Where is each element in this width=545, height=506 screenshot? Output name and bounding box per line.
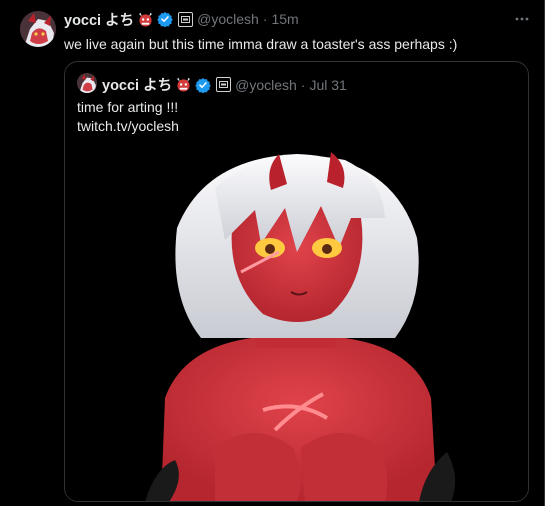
- quote-link[interactable]: twitch.tv/yoclesh: [77, 117, 179, 136]
- timestamp[interactable]: 15m: [271, 11, 298, 27]
- verified-badge-icon[interactable]: [195, 77, 211, 93]
- quote-separator: ·: [300, 76, 306, 93]
- post-text: we live again but this time imma draw a …: [64, 36, 458, 52]
- quote-text-line: time for arting !!!: [77, 99, 179, 115]
- post: yocci よち @yoclesh · 15m we live again bu…: [0, 0, 545, 506]
- quoted-tweet[interactable]: yocci よち @yoclesh · Jul 31 time for arti…: [64, 61, 529, 502]
- quote-display-name[interactable]: yocci よち: [102, 74, 172, 95]
- character-illustration: [65, 148, 528, 501]
- affiliate-badge-icon[interactable]: [216, 77, 232, 92]
- ogre-mask-emoji-icon: [176, 77, 191, 92]
- ogre-mask-emoji-icon: [138, 12, 153, 27]
- verified-badge-icon[interactable]: [157, 11, 173, 28]
- quote-header: yocci よち @yoclesh · Jul 31: [102, 74, 347, 95]
- separator: ·: [262, 11, 268, 27]
- avatar[interactable]: [20, 11, 56, 47]
- affiliate-badge-icon[interactable]: [178, 11, 194, 27]
- quote-handle[interactable]: @yoclesh: [235, 77, 297, 93]
- quote-timestamp[interactable]: Jul 31: [309, 77, 346, 93]
- quote-text: time for arting !!! twitch.tv/yoclesh: [77, 98, 179, 135]
- more-dots-icon[interactable]: [511, 8, 533, 30]
- quote-avatar-image: [77, 73, 97, 93]
- handle[interactable]: @yoclesh: [197, 11, 259, 27]
- display-name[interactable]: yocci よち: [64, 9, 134, 30]
- avatar-image: [20, 11, 56, 47]
- quote-avatar[interactable]: [77, 73, 97, 93]
- post-header: yocci よち @yoclesh · 15m: [64, 9, 299, 29]
- quote-media-image[interactable]: [65, 148, 528, 501]
